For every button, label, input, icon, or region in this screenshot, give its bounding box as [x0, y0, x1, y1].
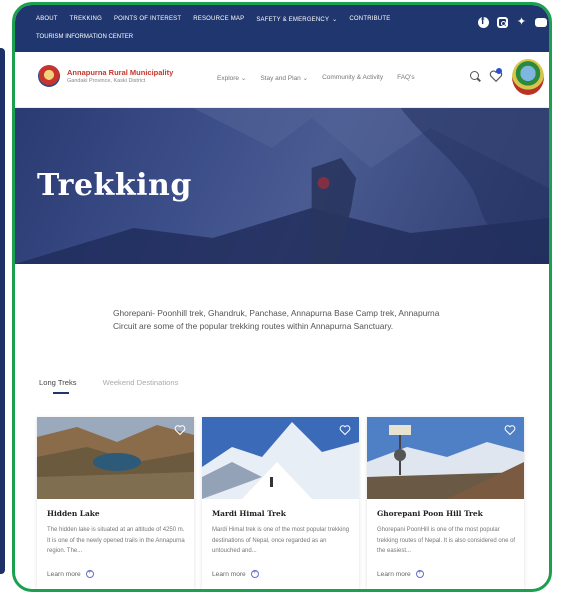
plus-circle-icon	[85, 569, 94, 578]
top-link-safety-label: Safety & Emergency	[256, 17, 330, 23]
top-link-resource-map[interactable]: Resource Map	[193, 16, 244, 23]
chevron-down-icon: ⌄	[240, 75, 247, 82]
card-title[interactable]: Hidden Lake	[47, 509, 100, 518]
card-title[interactable]: Ghorepani Poon Hill Trek	[377, 509, 483, 518]
learn-more-link[interactable]: Learn more	[47, 569, 94, 578]
trek-card[interactable]: Mardi Himal Trek Mardi Himal trek is one…	[202, 417, 359, 589]
learn-more-label: Learn more	[212, 570, 246, 578]
trek-cards: Hidden Lake The hidden lake is situated …	[37, 417, 524, 589]
card-title[interactable]: Mardi Himal Trek	[212, 509, 286, 518]
learn-more-label: Learn more	[377, 570, 411, 578]
heart-icon[interactable]	[504, 424, 516, 436]
top-link-points-of-interest[interactable]: Points of Interest	[114, 16, 181, 23]
learn-more-link[interactable]: Learn more	[377, 569, 424, 578]
emblem-logo	[512, 59, 544, 95]
nav-faqs[interactable]: FAQ's	[397, 74, 415, 82]
brand-subtitle: Gandaki Province, Kaski District	[67, 78, 146, 84]
tab-long-treks[interactable]: Long Treks	[39, 378, 77, 394]
intro-text: Ghorepani- Poonhill trek, Ghandruk, Panc…	[113, 308, 440, 331]
nav-stay-label: Stay and Plan	[260, 75, 301, 82]
site-header: Annapurna Rural Municipality Gandaki Pro…	[15, 52, 549, 108]
tab-weekend-destinations[interactable]: Weekend Destinations	[103, 378, 179, 387]
heart-icon[interactable]	[339, 424, 351, 436]
card-description: Mardi Himal trek is one of the most popu…	[212, 527, 350, 554]
brand-name[interactable]: Annapurna Rural Municipality	[67, 68, 173, 77]
learn-more-label: Learn more	[47, 570, 81, 578]
top-nav: About Trekking Points of Interest Resour…	[36, 16, 390, 23]
top-bar: About Trekking Points of Interest Resour…	[15, 5, 549, 52]
main-nav: Explore ⌄ Stay and Plan ⌄ Community & Ac…	[217, 74, 415, 82]
heart-icon[interactable]	[174, 424, 186, 436]
top-link-trekking[interactable]: Trekking	[70, 16, 102, 23]
search-icon[interactable]	[470, 71, 479, 80]
nav-explore-label: Explore	[217, 75, 240, 82]
instagram-icon[interactable]	[497, 17, 508, 28]
trek-card[interactable]: Hidden Lake The hidden lake is situated …	[37, 417, 194, 589]
hero-banner: Trekking	[15, 108, 549, 264]
twitter-icon[interactable]: ✦	[516, 17, 527, 28]
youtube-icon[interactable]	[535, 18, 547, 27]
favorites-badge	[496, 68, 502, 74]
trek-card[interactable]: Ghorepani Poon Hill Trek Ghorepani PoonH…	[367, 417, 524, 589]
card-image	[37, 417, 194, 499]
trek-tabs: Long Treks Weekend Destinations	[39, 378, 179, 394]
left-edge-stripe	[0, 48, 5, 574]
top-link-contribute[interactable]: Contribute	[349, 16, 390, 23]
chevron-down-icon: ⌄	[302, 75, 309, 82]
social-links: ✦	[478, 16, 547, 28]
plus-circle-icon	[415, 569, 424, 578]
card-description: The hidden lake is situated at an altitu…	[47, 527, 185, 554]
learn-more-link[interactable]: Learn more	[212, 569, 259, 578]
card-image	[367, 417, 524, 499]
nav-explore[interactable]: Explore ⌄	[217, 74, 246, 82]
top-link-safety[interactable]: Safety & Emergency ⌄	[256, 16, 337, 23]
nav-community[interactable]: Community & Activity	[322, 74, 383, 82]
chevron-down-icon: ⌄	[332, 17, 338, 23]
municipality-logo[interactable]	[38, 65, 60, 87]
page-title: Trekking	[37, 168, 192, 203]
plus-circle-icon	[250, 569, 259, 578]
top-link-tourism-center[interactable]: Tourism Information Center	[36, 34, 133, 40]
facebook-icon[interactable]	[478, 16, 489, 28]
card-description: Ghorepani PoonHill is one of the most po…	[377, 527, 516, 554]
browser-frame: About Trekking Points of Interest Resour…	[12, 2, 552, 592]
nav-stay-and-plan[interactable]: Stay and Plan ⌄	[260, 74, 308, 82]
card-image	[202, 417, 359, 499]
top-link-about[interactable]: About	[36, 16, 58, 23]
